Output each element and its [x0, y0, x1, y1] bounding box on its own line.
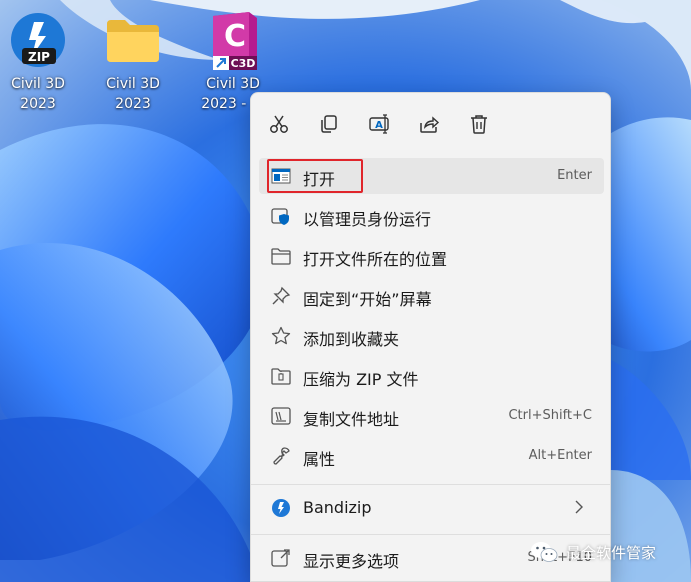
- pin-icon: [270, 285, 292, 307]
- menu-item-label: 显示更多选项: [303, 552, 400, 571]
- desktop-icon-label: Civil 3D 2023: [11, 76, 65, 112]
- watermark-text: 最全软件管家: [566, 543, 657, 562]
- menu-item-pin-to-start[interactable]: 固定到“开始”屏幕: [259, 278, 604, 314]
- context-menu: A 打开 Enter 以管理员身份运行 打开文件所在的位置 固定到“开始”屏幕 …: [250, 92, 611, 582]
- menu-item-compress-zip[interactable]: 压缩为 ZIP 文件: [259, 358, 604, 394]
- menu-item-run-as-admin[interactable]: 以管理员身份运行: [259, 198, 604, 234]
- menu-item-label: 固定到“开始”屏幕: [303, 290, 432, 309]
- menu-item-label: 添加到收藏夹: [303, 330, 400, 349]
- menu-item-add-to-favorites[interactable]: 添加到收藏夹: [259, 318, 604, 354]
- wrench-icon: [270, 445, 292, 467]
- folder-outline-icon: [270, 245, 292, 267]
- delete-button[interactable]: [461, 107, 497, 141]
- admin-shield-icon: [270, 205, 292, 227]
- share-icon: [420, 116, 440, 133]
- menu-item-open-file-location[interactable]: 打开文件所在的位置: [259, 238, 604, 274]
- annotation-highlight-box: [267, 159, 363, 193]
- cut-icon: [270, 115, 288, 133]
- desktop-icon-label: Civil 3D 2023: [106, 76, 160, 112]
- folder-icon: [103, 10, 163, 70]
- svg-text:A: A: [375, 120, 383, 131]
- menu-item-shortcut: Ctrl+Shift+C: [508, 408, 592, 423]
- menu-item-shortcut: Enter: [557, 168, 592, 183]
- watermark: 最全软件管家: [530, 538, 656, 566]
- menu-separator: [251, 484, 610, 485]
- cut-button[interactable]: [261, 107, 297, 141]
- bandizip-icon: [270, 497, 292, 519]
- menu-item-label: 以管理员身份运行: [303, 210, 432, 229]
- context-menu-toolbar: A: [251, 101, 610, 147]
- star-icon: [270, 325, 292, 347]
- menu-separator: [251, 534, 610, 535]
- chevron-right-icon: [574, 499, 584, 519]
- wechat-icon: [531, 542, 558, 562]
- menu-item-copy-as-path[interactable]: 复制文件地址 Ctrl+Shift+C: [259, 398, 604, 434]
- rename-icon: A: [369, 114, 389, 134]
- menu-item-label: 属性: [303, 450, 336, 469]
- menu-item-open[interactable]: 打开 Enter: [259, 158, 604, 194]
- menu-item-shortcut: Alt+Enter: [528, 448, 592, 463]
- menu-item-properties[interactable]: 属性 Alt+Enter: [259, 438, 604, 474]
- more-options-icon: [270, 547, 292, 569]
- copy-button[interactable]: [311, 107, 347, 141]
- zip-archive-icon: ZIP: [8, 10, 68, 70]
- rename-button[interactable]: A: [361, 107, 397, 141]
- zip-folder-icon: [270, 365, 292, 387]
- c3d-badge-text: C3D: [231, 57, 256, 70]
- menu-item-label: 压缩为 ZIP 文件: [303, 370, 419, 389]
- desktop-icon-civil3d-folder[interactable]: Civil 3D 2023: [91, 10, 175, 114]
- copy-icon: [321, 115, 337, 133]
- menu-item-label: Bandizip: [303, 498, 372, 517]
- share-button[interactable]: [411, 107, 447, 141]
- delete-icon: [471, 115, 487, 134]
- copy-path-icon: [270, 405, 292, 427]
- menu-item-label: 打开文件所在的位置: [303, 250, 448, 269]
- menu-item-label: 复制文件地址: [303, 410, 400, 429]
- menu-item-bandizip[interactable]: Bandizip: [259, 490, 604, 526]
- desktop-icon-civil3d-zip[interactable]: ZIP Civil 3D 2023: [0, 10, 80, 114]
- civil3d-app-icon: C C3D: [203, 10, 263, 70]
- civil3d-glyph: C: [224, 19, 246, 54]
- zip-badge-text: ZIP: [28, 50, 50, 64]
